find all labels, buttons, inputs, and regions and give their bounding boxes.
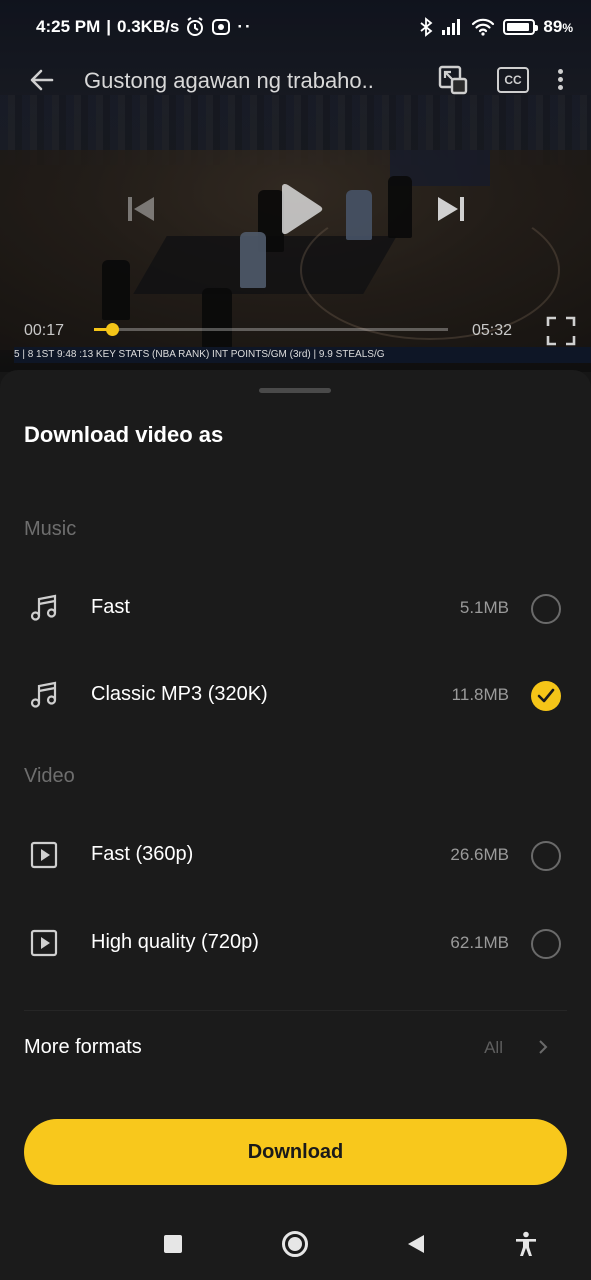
back-arrow-icon[interactable] xyxy=(26,64,58,96)
option-size: 5.1MB xyxy=(459,598,509,617)
back-triangle-icon[interactable] xyxy=(406,1233,426,1255)
checkmark-icon xyxy=(537,688,555,703)
download-sheet: Download video as Music Fast 5.1MB Class… xyxy=(0,370,591,1202)
video-top-bar: Gustong agawan ng trabaho.. CC xyxy=(0,56,591,106)
battery-percent: 89% xyxy=(543,17,573,36)
status-time: 4:25 PM xyxy=(36,17,101,36)
home-circle-icon[interactable] xyxy=(282,1231,308,1257)
fullscreen-icon[interactable] xyxy=(546,316,576,346)
music-note-icon xyxy=(30,594,57,621)
more-options-icon[interactable] xyxy=(552,66,568,98)
accessibility-icon[interactable] xyxy=(514,1231,538,1257)
format-option-music-classic-mp3[interactable]: Classic MP3 (320K) 11.8MB xyxy=(0,659,591,729)
picture-in-picture-icon[interactable] xyxy=(437,64,469,96)
seek-bar[interactable] xyxy=(94,323,448,336)
radio-button-selected[interactable] xyxy=(531,681,561,711)
bluetooth-icon xyxy=(420,17,433,37)
sheet-title: Download video as xyxy=(24,422,224,447)
play-icon[interactable] xyxy=(276,183,324,235)
format-option-video-720p[interactable]: High quality (720p) 62.1MB xyxy=(0,907,591,977)
radio-button[interactable] xyxy=(531,841,561,871)
screen-record-icon xyxy=(212,19,231,35)
battery-icon xyxy=(503,19,539,35)
option-size: 62.1MB xyxy=(450,933,509,952)
option-label: Fast (360p) xyxy=(91,843,194,865)
sheet-drag-handle[interactable] xyxy=(259,388,331,393)
status-separator: | xyxy=(106,17,112,36)
option-label: Classic MP3 (320K) xyxy=(91,683,268,705)
wifi-icon xyxy=(472,18,495,36)
more-formats-label: More formats xyxy=(24,1036,142,1058)
current-time: 00:17 xyxy=(24,322,65,339)
more-formats-row[interactable]: More formats All xyxy=(0,1015,591,1079)
more-formats-value: All xyxy=(484,1038,503,1057)
play-square-icon xyxy=(30,841,58,869)
radio-button[interactable] xyxy=(531,929,561,959)
option-label: High quality (720p) xyxy=(91,931,259,953)
option-size: 11.8MB xyxy=(451,685,509,704)
option-size: 26.6MB xyxy=(450,845,509,864)
video-title: Gustong agawan ng trabaho.. xyxy=(84,68,374,93)
section-header-video: Video xyxy=(24,765,75,787)
cellular-signal-icon xyxy=(442,19,461,35)
network-speed: 0.3KB/s xyxy=(117,17,180,36)
previous-icon[interactable] xyxy=(124,192,158,226)
system-nav-bar xyxy=(0,1202,591,1280)
music-note-icon xyxy=(30,681,57,708)
download-button[interactable]: Download xyxy=(24,1119,567,1185)
alarm-icon xyxy=(187,17,204,36)
total-time: 05:32 xyxy=(472,322,513,339)
radio-button[interactable] xyxy=(531,594,561,624)
next-icon[interactable] xyxy=(434,192,468,226)
recents-square-icon[interactable] xyxy=(164,1235,182,1253)
section-header-music: Music xyxy=(24,518,77,540)
format-option-music-fast[interactable]: Fast 5.1MB xyxy=(0,572,591,642)
score-bug: 5 | 8 1ST 9:48 :13 KEY STATS (NBA RANK) … xyxy=(14,347,591,363)
status-bar: 4:25 PM | 0.3KB/s ·· 89% xyxy=(0,0,591,56)
play-square-icon xyxy=(30,929,58,957)
format-option-video-360p[interactable]: Fast (360p) 26.6MB xyxy=(0,819,591,889)
divider xyxy=(24,1010,567,1011)
notification-dots-icon: ·· xyxy=(237,17,253,36)
option-label: Fast xyxy=(91,596,130,618)
chevron-right-icon xyxy=(539,1040,548,1054)
closed-captions-button[interactable]: CC xyxy=(497,67,529,93)
